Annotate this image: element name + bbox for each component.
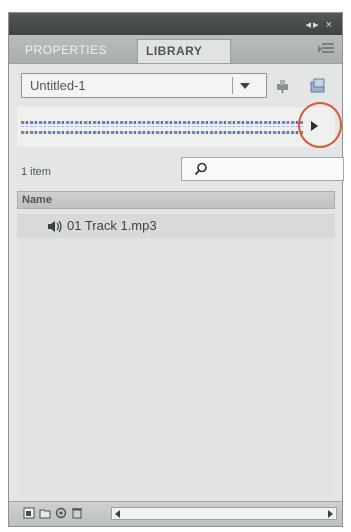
document-select-value: Untitled-1 — [30, 78, 86, 93]
search-icon — [194, 162, 207, 176]
panel-collapse-close-controls[interactable]: ◂▸ × — [305, 18, 334, 31]
library-content: Untitled-1 1 item Name 01 Track 1.mp3 — [9, 64, 344, 526]
sound-icon — [48, 220, 62, 233]
chevron-down-icon[interactable] — [240, 83, 250, 89]
pin-library-icon[interactable] — [274, 78, 292, 94]
library-panel: ◂▸ × PROPERTIES LIBRARY Untitled-1 1 ite… — [8, 12, 344, 527]
select-divider — [232, 77, 233, 94]
scroll-right-arrow-icon[interactable] — [328, 510, 333, 518]
list-item[interactable]: 01 Track 1.mp3 — [17, 214, 335, 238]
new-symbol-icon[interactable] — [23, 507, 35, 519]
column-header-name: Name — [22, 194, 52, 206]
document-select[interactable]: Untitled-1 — [21, 73, 267, 98]
audio-preview-waveform — [17, 107, 335, 147]
new-library-panel-icon[interactable] — [309, 78, 327, 94]
list-column-header[interactable]: Name — [17, 191, 335, 209]
properties-icon[interactable] — [55, 507, 67, 519]
waveform-left-channel — [21, 121, 303, 124]
panel-menu-icon[interactable] — [318, 43, 334, 53]
item-count: 1 item — [21, 166, 51, 178]
search-input[interactable] — [181, 157, 344, 181]
tab-bar: PROPERTIES LIBRARY — [9, 35, 342, 64]
list-item-name: 01 Track 1.mp3 — [67, 218, 157, 233]
tab-properties[interactable]: PROPERTIES — [17, 39, 115, 63]
panel-titlebar: ◂▸ × — [9, 13, 342, 35]
waveform-center-line — [21, 126, 303, 127]
delete-icon[interactable] — [71, 507, 83, 519]
library-bottom-toolbar — [9, 501, 342, 526]
new-folder-icon[interactable] — [39, 507, 51, 519]
play-button-highlight-circle — [298, 102, 342, 148]
horizontal-scrollbar[interactable] — [111, 507, 337, 520]
tab-library[interactable]: LIBRARY — [137, 39, 231, 63]
scroll-left-arrow-icon[interactable] — [115, 510, 120, 518]
waveform-right-channel — [21, 131, 303, 134]
library-item-list: 01 Track 1.mp3 — [17, 209, 335, 497]
